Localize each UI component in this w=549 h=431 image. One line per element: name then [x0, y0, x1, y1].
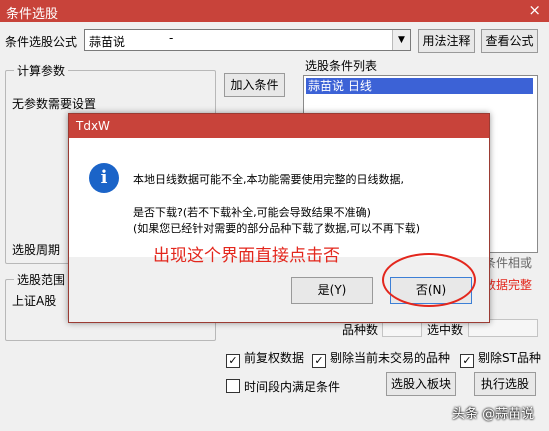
view-formula-button[interactable]: 查看公式	[481, 29, 538, 53]
count-label: 品种数	[342, 323, 379, 337]
window-title: 条件选股	[6, 7, 59, 22]
adjust-label: 前复权数据	[244, 351, 305, 365]
check-icon: ✓	[312, 354, 326, 368]
to-sector-button[interactable]: 选股入板块	[386, 372, 456, 396]
condition-list-caption: 选股条件列表	[305, 59, 378, 73]
tdxw-dialog: TdxW i 本地日线数据可能不全,本功能需要使用完整的日线数据, 是否下载?(…	[68, 113, 490, 323]
close-icon[interactable]: ×	[528, 1, 541, 19]
watermark: 头条 @蒜苗说	[452, 407, 535, 422]
exclude-st-checkbox[interactable]: ✓ 剔除ST品种	[460, 349, 541, 368]
formula-suffix: -	[169, 31, 174, 45]
scope-caption: 选股范围	[14, 271, 69, 288]
annotation-text: 出现这个界面直接点击否	[153, 246, 340, 266]
dialog-line1: 本地日线数据可能不全,本功能需要使用完整的日线数据,	[133, 173, 404, 186]
formula-value: 蒜苗说	[89, 35, 126, 49]
scope-item[interactable]: 上证A股	[12, 292, 56, 309]
or-condition-label[interactable]: 条件相或	[484, 254, 532, 271]
dialog-title: TdxW	[76, 119, 110, 133]
dialog-title-bar: TdxW	[69, 114, 489, 138]
usage-note-button[interactable]: 用法注释	[418, 29, 475, 53]
info-icon: i	[89, 163, 119, 193]
run-selection-button[interactable]: 执行选股	[474, 372, 536, 396]
exclude-suspended-label: 剔除当前未交易的品种	[330, 351, 451, 365]
checkbox-empty-icon	[226, 379, 240, 393]
check-icon: ✓	[226, 354, 240, 368]
add-condition-button[interactable]: 加入条件	[224, 73, 285, 97]
exclude-suspended-checkbox[interactable]: ✓ 剔除当前未交易的品种	[312, 349, 450, 368]
formula-label: 条件选股公式	[5, 35, 78, 49]
yes-button[interactable]: 是(Y)	[291, 277, 373, 304]
selected-label: 选中数	[427, 323, 464, 337]
period-satisfy-label: 时间段内满足条件	[244, 380, 341, 394]
list-item[interactable]: 蒜苗说 日线	[306, 78, 533, 94]
period-label: 选股周期	[12, 243, 61, 257]
chevron-down-icon[interactable]: ▼	[392, 30, 410, 50]
dialog-line2: 是否下载?(若不下载补全,可能会导致结果不准确)	[133, 206, 371, 219]
exclude-st-label: 剔除ST品种	[478, 351, 541, 365]
dialog-line3: (如果您已经针对需要的部分品种下载了数据,可以不再下载)	[133, 222, 421, 235]
period-satisfy-checkbox[interactable]: 时间段内满足条件	[226, 378, 340, 395]
params-caption: 计算参数	[14, 62, 69, 79]
highlight-circle	[382, 253, 476, 307]
params-text: 无参数需要设置	[12, 97, 97, 111]
dialog-body	[69, 138, 489, 257]
formula-select[interactable]: 蒜苗说 - ▼	[84, 29, 411, 51]
adjust-checkbox[interactable]: ✓ 前复权数据	[226, 349, 304, 368]
check-icon: ✓	[460, 354, 474, 368]
condition-stock-window: 条件选股 × 条件选股公式 蒜苗说 - ▼ 用法注释 查看公式 计算参数 无参数…	[0, 0, 549, 431]
data-complete-label: 数据完整	[484, 278, 533, 292]
title-bar: 条件选股 ×	[0, 0, 549, 22]
